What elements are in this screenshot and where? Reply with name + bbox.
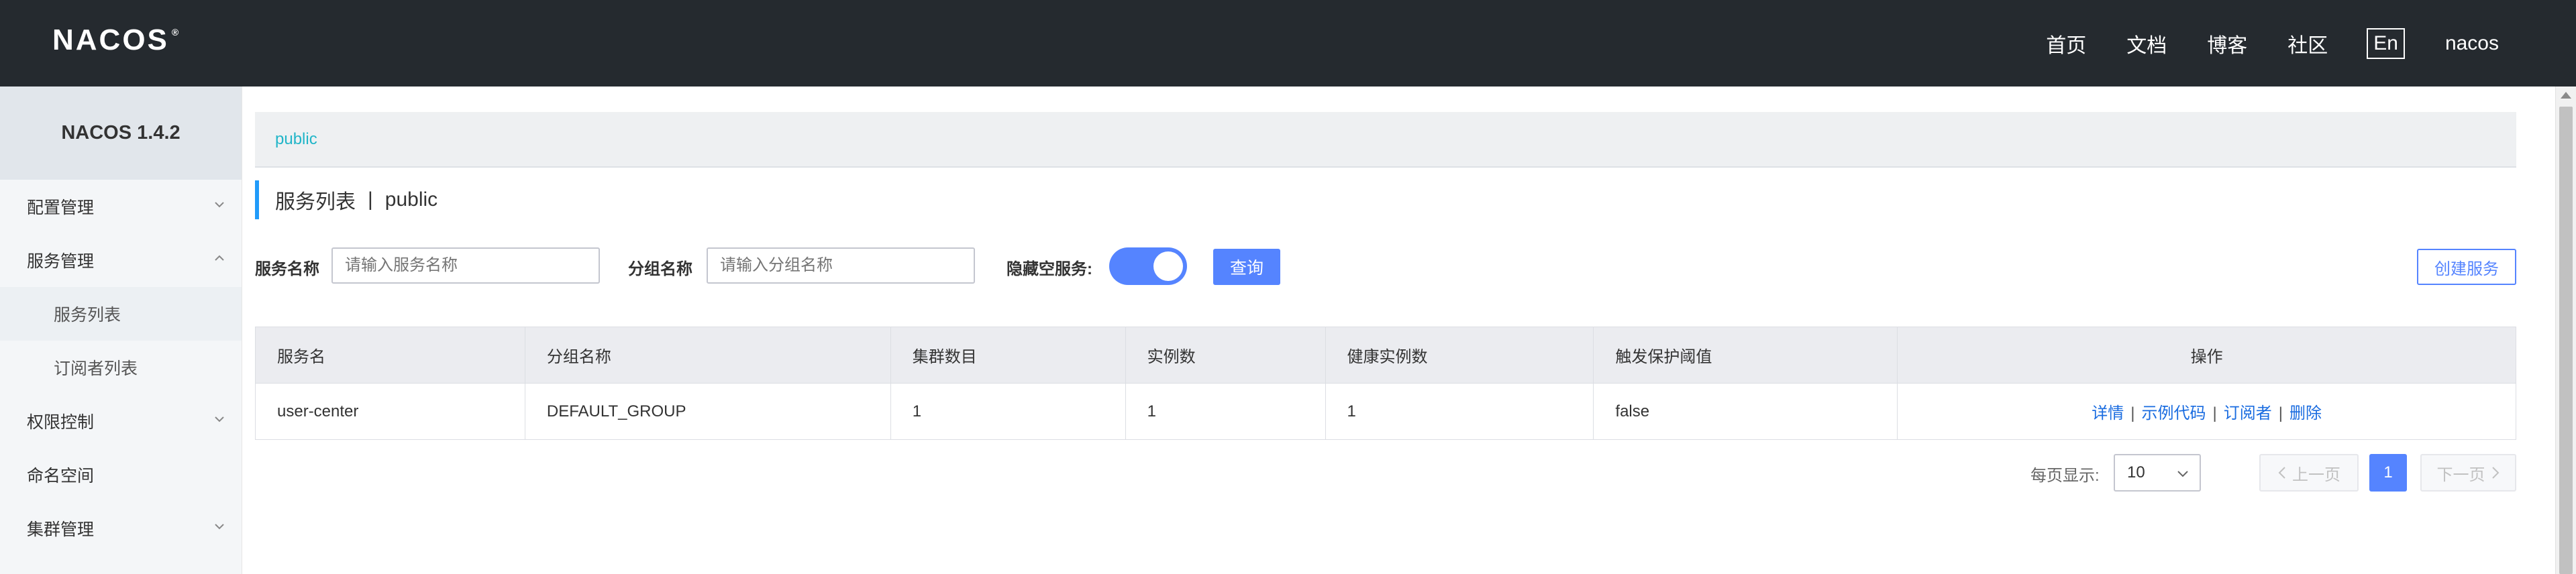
page-title-text: 服务列表	[275, 191, 356, 213]
sidebar-item-label: 服务列表	[54, 306, 121, 325]
sidebar-item-access-control[interactable]: 权限控制	[0, 394, 242, 448]
page-title: 服务列表 | public	[255, 180, 437, 219]
registered-mark: ®	[171, 27, 181, 38]
scroll-up-arrow-icon[interactable]	[2561, 92, 2571, 99]
cell-healthy-instances: 1	[1325, 383, 1594, 440]
action-separator: |	[2130, 404, 2135, 422]
pagination: 每页显示: 10 上一页 1 下一页	[255, 454, 2516, 493]
cell-instance-count: 1	[1125, 383, 1326, 440]
next-page-button[interactable]: 下一页	[2420, 454, 2516, 492]
service-table: 服务名 分组名称 集群数目 实例数 健康实例数 触发保护阈值 操作 user-c…	[255, 327, 2516, 440]
action-separator: |	[2212, 404, 2217, 422]
cell-cluster-count: 1	[890, 383, 1126, 440]
cell-service-name: user-center	[255, 383, 525, 440]
service-name-label: 服务名称	[255, 260, 319, 278]
prev-page-label: 上一页	[2292, 465, 2340, 484]
logo-text: NACOS	[52, 23, 169, 56]
filter-bar: 服务名称 分组名称 隐藏空服务: 查询 创建服务	[255, 247, 2516, 286]
cell-actions: 详情 | 示例代码 | 订阅者 | 删除	[1897, 383, 2516, 440]
column-header-protect-threshold: 触发保护阈值	[1593, 327, 1898, 384]
namespace-breadcrumb: public	[255, 112, 2516, 168]
next-page-label: 下一页	[2436, 465, 2485, 484]
nav-docs-link[interactable]: 文档	[2126, 29, 2167, 58]
column-header-service-name: 服务名	[255, 327, 525, 384]
sidebar-item-subscriber-list[interactable]: 订阅者列表	[0, 341, 242, 394]
sidebar-item-label: 订阅者列表	[54, 359, 138, 378]
main-content: public 服务列表 | public 服务名称 分组名称 隐藏空服务: 查询…	[255, 87, 2516, 574]
group-name-label: 分组名称	[628, 260, 692, 278]
hide-empty-label: 隐藏空服务:	[1007, 260, 1092, 278]
chevron-left-icon	[2278, 467, 2285, 479]
nacos-logo[interactable]: NACOS ®	[52, 20, 181, 60]
top-navigation-bar: NACOS ® 首页 文档 博客 社区 En nacos	[0, 0, 2576, 87]
create-service-button[interactable]: 创建服务	[2417, 249, 2516, 285]
chevron-up-icon	[215, 255, 224, 261]
sidebar-item-config-management[interactable]: 配置管理	[0, 180, 242, 233]
nav-community-link[interactable]: 社区	[2287, 29, 2328, 58]
column-header-group-name: 分组名称	[524, 327, 891, 384]
toggle-knob	[1153, 251, 1183, 281]
user-name[interactable]: nacos	[2445, 32, 2499, 55]
table-row: user-center DEFAULT_GROUP 1 1 1 false 详情…	[255, 383, 2516, 440]
cell-group-name: DEFAULT_GROUP	[524, 383, 891, 440]
column-header-instance-count: 实例数	[1125, 327, 1326, 384]
cell-protect-threshold: false	[1593, 383, 1898, 440]
delete-link[interactable]: 删除	[2289, 404, 2322, 422]
sidebar-item-label: 命名空间	[27, 467, 95, 485]
page-title-separator: |	[368, 188, 373, 211]
query-button[interactable]: 查询	[1213, 249, 1280, 285]
nav-home-link[interactable]: 首页	[2046, 29, 2086, 58]
chevron-down-icon	[2177, 471, 2188, 477]
per-page-label: 每页显示:	[2030, 466, 2100, 485]
namespace-link[interactable]: public	[275, 130, 317, 149]
prev-page-button[interactable]: 上一页	[2259, 454, 2359, 492]
details-link[interactable]: 详情	[2092, 404, 2124, 422]
page-number-current[interactable]: 1	[2369, 454, 2407, 492]
service-name-input[interactable]	[331, 247, 600, 284]
column-header-cluster-count: 集群数目	[890, 327, 1126, 384]
sidebar-item-namespace[interactable]: 命名空间	[0, 448, 242, 502]
hide-empty-services-toggle[interactable]	[1109, 247, 1187, 285]
scrollbar-thumb[interactable]	[2559, 107, 2573, 574]
sample-code-link[interactable]: 示例代码	[2142, 404, 2206, 422]
chevron-right-icon	[2491, 467, 2499, 479]
group-name-input[interactable]	[707, 247, 975, 284]
sidebar-item-label: 集群管理	[27, 520, 95, 539]
chevron-down-icon	[215, 416, 224, 422]
action-separator: |	[2278, 404, 2283, 422]
language-toggle-button[interactable]: En	[2367, 27, 2405, 59]
column-header-healthy-instances: 健康实例数	[1325, 327, 1594, 384]
per-page-select[interactable]: 10	[2114, 454, 2201, 492]
sidebar-item-service-list[interactable]: 服务列表	[0, 287, 242, 341]
chevron-down-icon	[215, 202, 224, 208]
subscribers-link[interactable]: 订阅者	[2224, 404, 2272, 422]
table-header-row: 服务名 分组名称 集群数目 实例数 健康实例数 触发保护阈值 操作	[255, 327, 2516, 384]
page-scrollbar[interactable]	[2555, 87, 2576, 574]
version-label: NACOS 1.4.2	[0, 87, 242, 180]
page-title-namespace: public	[384, 188, 438, 211]
sidebar-item-service-management[interactable]: 服务管理	[0, 233, 242, 287]
sidebar-item-label: 配置管理	[27, 198, 95, 217]
sidebar-item-label: 权限控制	[27, 413, 95, 432]
sidebar-item-label: 服务管理	[27, 252, 95, 271]
nav-blog-link[interactable]: 博客	[2207, 29, 2247, 58]
column-header-actions: 操作	[1897, 327, 2516, 384]
sidebar-item-cluster-management[interactable]: 集群管理	[0, 502, 242, 555]
chevron-down-icon	[215, 524, 224, 530]
top-nav-links: 首页 文档 博客 社区 En nacos	[2046, 0, 2499, 87]
sidebar: NACOS 1.4.2 配置管理 服务管理 服务列表 订阅者列表 权限控制 命名…	[0, 87, 242, 574]
per-page-value: 10	[2127, 463, 2145, 481]
